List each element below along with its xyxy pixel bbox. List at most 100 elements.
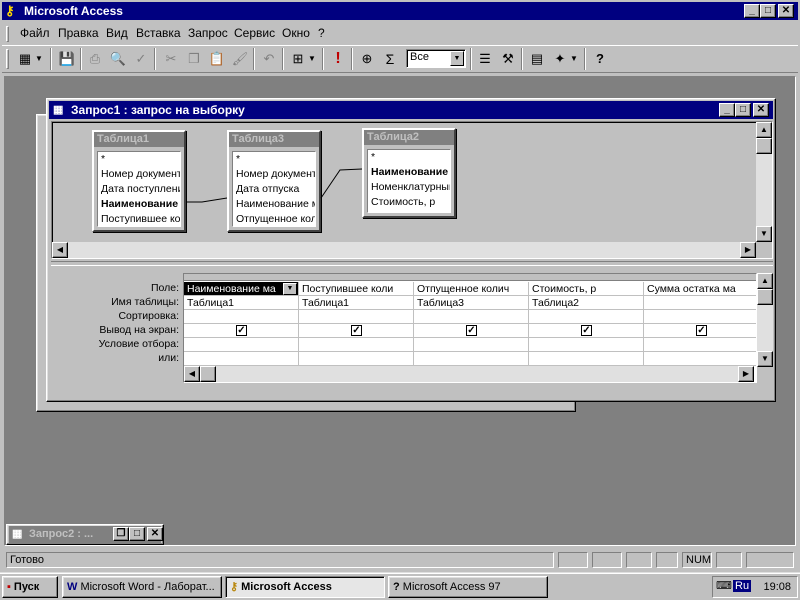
format-painter-icon[interactable]: 🖌 (229, 48, 251, 70)
grid-criteria-cell[interactable] (644, 338, 756, 352)
grid-field-cell[interactable]: Наименование ма (184, 282, 299, 296)
close-button[interactable]: ✕ (778, 4, 794, 18)
maximize-button[interactable]: □ (129, 527, 145, 541)
menu-window[interactable]: Окно (282, 24, 310, 42)
query-maximize-button[interactable]: □ (735, 103, 751, 117)
taskbar-button-access[interactable]: ⚷ Microsoft Access (225, 576, 385, 598)
menu-query[interactable]: Запрос (188, 24, 228, 42)
paste-icon[interactable]: 📋 (206, 48, 228, 70)
grid-show-cell[interactable]: ✓ (414, 324, 529, 338)
show-checkbox[interactable]: ✓ (696, 325, 707, 336)
query-close-button[interactable]: ✕ (753, 103, 769, 117)
scroll-thumb[interactable] (757, 289, 773, 305)
grid-show-cell[interactable]: ✓ (644, 324, 756, 338)
properties-icon[interactable]: ☰ (474, 48, 496, 70)
grid-field-cell[interactable]: Отпущенное колич (414, 282, 529, 296)
scroll-thumb[interactable] (756, 138, 772, 154)
taskbar-button-access97[interactable]: ? Microsoft Access 97 (388, 576, 548, 598)
minimize-button[interactable]: _ (744, 4, 760, 18)
menu-file[interactable]: Файл (20, 24, 50, 42)
grid-sort-cell[interactable] (299, 310, 414, 324)
menu-view[interactable]: Вид (106, 24, 128, 42)
pane-splitter[interactable] (51, 261, 773, 266)
scroll-down-icon[interactable]: ▼ (757, 351, 773, 367)
scroll-right-icon[interactable]: ▶ (740, 242, 756, 258)
database-window-icon[interactable]: ▤ (526, 48, 548, 70)
copy-icon[interactable]: ❐ (183, 48, 205, 70)
cut-icon[interactable]: ✂ (160, 48, 182, 70)
minimized-window-titlebar[interactable]: ▦ Запрос2 : ... ❐ □ ✕ (9, 526, 163, 543)
grid-criteria-cell[interactable] (184, 338, 299, 352)
language-indicator[interactable]: Ru (733, 580, 752, 592)
grid-vscroll[interactable]: ▲ ▼ (757, 273, 773, 367)
menu-tools[interactable]: Сервис (234, 24, 275, 42)
show-checkbox[interactable]: ✓ (466, 325, 477, 336)
run-icon[interactable]: ! (327, 48, 349, 70)
grid-criteria-cell[interactable] (414, 338, 529, 352)
grid-show-cell[interactable]: ✓ (529, 324, 644, 338)
menu-edit[interactable]: Правка (58, 24, 99, 42)
grid-sort-cell[interactable] (529, 310, 644, 324)
show-table-icon[interactable]: ⊕ (356, 48, 378, 70)
grid-or-cell[interactable] (414, 352, 529, 366)
menu-insert[interactable]: Вставка (136, 24, 181, 42)
grid-table-cell[interactable]: Таблица2 (529, 296, 644, 310)
minimized-window[interactable]: ▦ Запрос2 : ... ❐ □ ✕ (6, 524, 164, 545)
new-object-icon[interactable]: ✦ (549, 48, 571, 70)
grid-field-cell[interactable]: Стоимость, р (529, 282, 644, 296)
grid-show-cell[interactable]: ✓ (299, 324, 414, 338)
scroll-left-icon[interactable]: ◀ (52, 242, 68, 258)
grid-hscroll[interactable]: ◀ ▶ (184, 366, 754, 382)
query-minimize-button[interactable]: _ (719, 103, 735, 117)
scroll-thumb[interactable] (200, 366, 216, 382)
query-type-dropdown-icon[interactable]: ▼ (307, 48, 317, 70)
grid-table-cell[interactable]: Таблица1 (299, 296, 414, 310)
grid-criteria-cell[interactable] (299, 338, 414, 352)
grid-table-cell[interactable] (644, 296, 756, 310)
spelling-icon[interactable]: ✓ (130, 48, 152, 70)
keyboard-icon[interactable]: ⌨ (716, 579, 732, 592)
grid-field-cell[interactable]: Поступившее коли (299, 282, 414, 296)
menu-help[interactable]: ? (318, 24, 325, 42)
undo-icon[interactable]: ↶ (258, 48, 280, 70)
scroll-up-icon[interactable]: ▲ (756, 122, 772, 138)
grid-or-cell[interactable] (299, 352, 414, 366)
print-icon[interactable]: ⎙ (84, 48, 106, 70)
scroll-left-icon[interactable]: ◀ (184, 366, 200, 382)
grid-table-cell[interactable]: Таблица3 (414, 296, 529, 310)
show-checkbox[interactable]: ✓ (581, 325, 592, 336)
table-pane-hscroll[interactable]: ◀ ▶ (52, 242, 756, 258)
chevron-down-icon[interactable]: ▼ (450, 51, 464, 66)
grid-criteria-cell[interactable] (529, 338, 644, 352)
new-object-dropdown-icon[interactable]: ▼ (569, 48, 579, 70)
grid-table-cell[interactable]: Таблица1 (184, 296, 299, 310)
grid-show-cell[interactable]: ✓ (184, 324, 299, 338)
grid-field-cell[interactable]: Сумма остатка ма (644, 282, 756, 296)
help-icon[interactable]: ? (589, 48, 611, 70)
scroll-up-icon[interactable]: ▲ (757, 273, 773, 289)
grid-sort-cell[interactable] (414, 310, 529, 324)
grid-or-cell[interactable] (184, 352, 299, 366)
close-button[interactable]: ✕ (147, 527, 163, 541)
scroll-down-icon[interactable]: ▼ (756, 226, 772, 242)
scroll-right-icon[interactable]: ▶ (738, 366, 754, 382)
start-button[interactable]: ▪ Пуск (2, 576, 58, 598)
grid-sort-cell[interactable] (644, 310, 756, 324)
chevron-down-icon[interactable]: ▼ (283, 283, 297, 295)
view-icon[interactable]: ▦ (14, 48, 36, 70)
save-icon[interactable]: 💾 (56, 48, 78, 70)
print-preview-icon[interactable]: 🔍 (107, 48, 129, 70)
restore-button[interactable]: ❐ (113, 527, 129, 541)
grid-or-cell[interactable] (529, 352, 644, 366)
table-pane-vscroll[interactable]: ▲ ▼ (756, 122, 772, 242)
show-checkbox[interactable]: ✓ (236, 325, 247, 336)
maximize-button[interactable]: □ (760, 4, 776, 18)
grid-or-cell[interactable] (644, 352, 756, 366)
show-checkbox[interactable]: ✓ (351, 325, 362, 336)
column-selector-strip[interactable] (184, 274, 756, 281)
view-dropdown-icon[interactable]: ▼ (34, 48, 44, 70)
build-icon[interactable]: ⚒ (497, 48, 519, 70)
query-type-icon[interactable]: ⊞ (287, 48, 309, 70)
taskbar-button-word[interactable]: W Microsoft Word - Лаборат... (62, 576, 222, 598)
top-values-select[interactable]: Все ▼ (406, 49, 466, 68)
